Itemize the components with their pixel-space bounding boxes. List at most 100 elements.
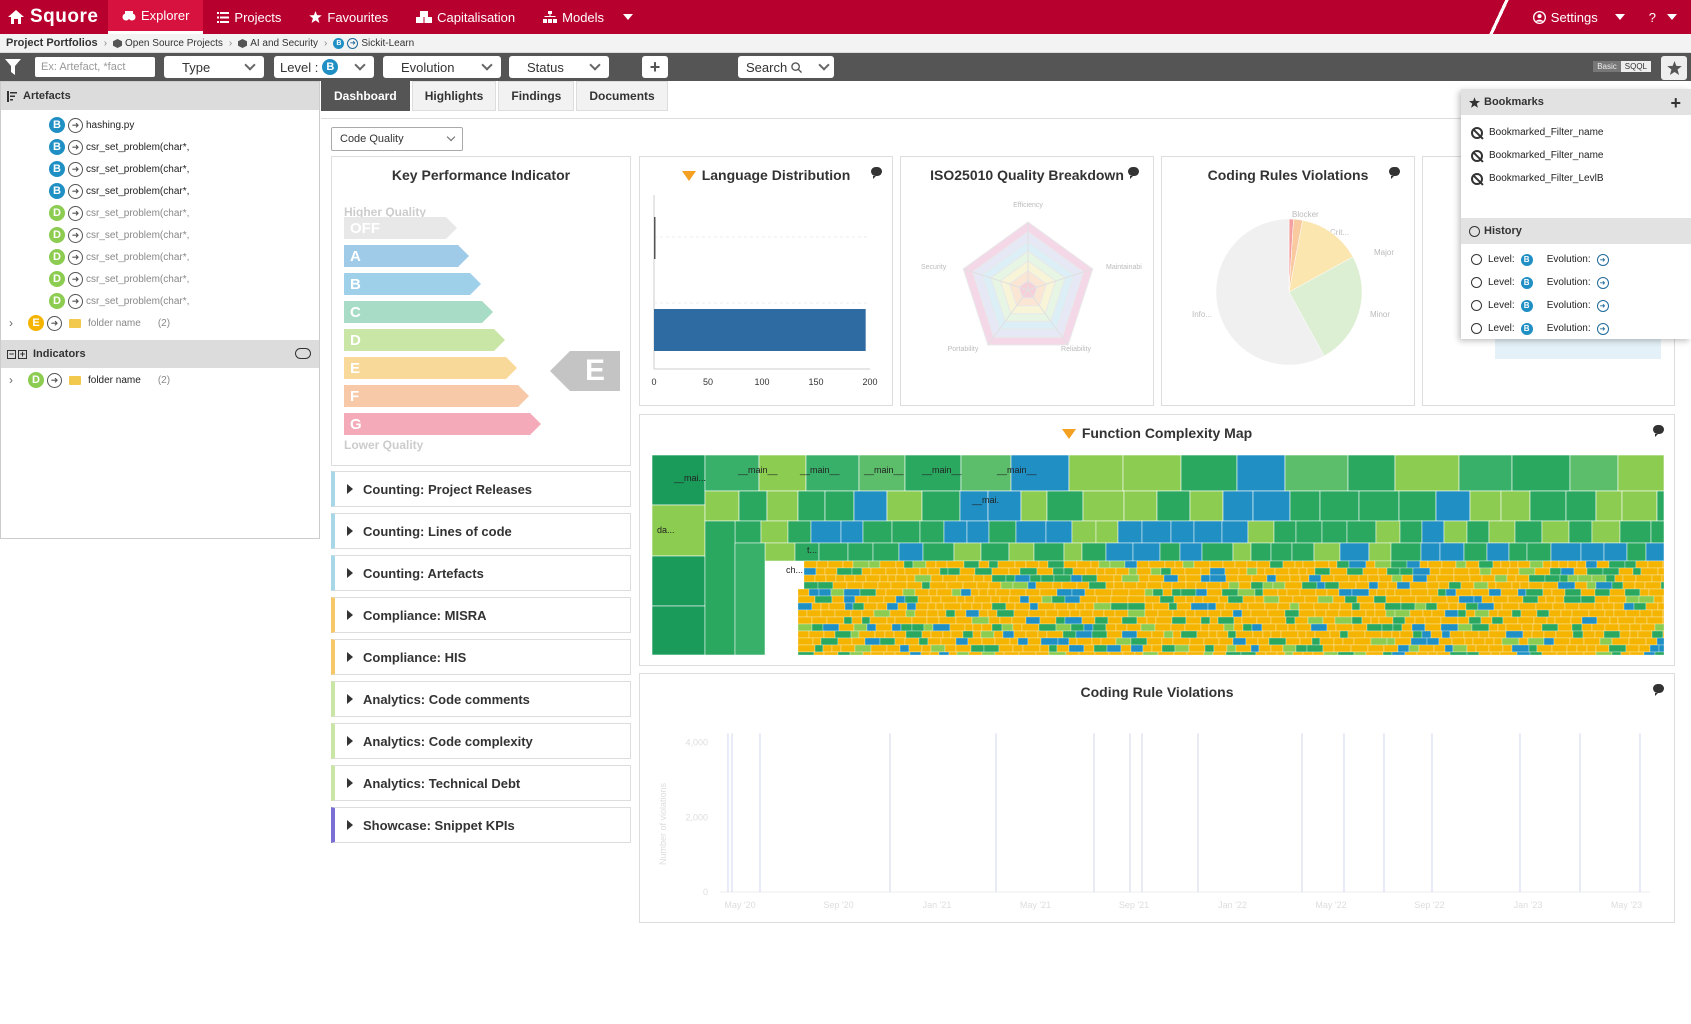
dashboard-select[interactable]: Code Quality <box>331 127 463 151</box>
breadcrumb-item-1[interactable]: Open Source Projects <box>113 38 223 49</box>
treemap-cell <box>814 574 827 583</box>
level-badge: B <box>1520 299 1533 312</box>
basic-mode[interactable]: Basic <box>1593 61 1621 72</box>
treemap-cell <box>1492 560 1502 569</box>
tree-row[interactable]: B ➜ csr_set_problem(char*, <box>1 136 319 158</box>
chevron-down-icon <box>818 59 830 71</box>
treemap-cell <box>972 623 983 632</box>
treemap-cell <box>1272 581 1286 590</box>
treemap-cell <box>1190 602 1209 611</box>
help-button[interactable]: ? <box>1637 10 1691 25</box>
breadcrumb-item-2[interactable]: AI and Security <box>238 38 318 49</box>
tree-row[interactable]: D ➜ csr_set_problem(char*, <box>1 246 319 268</box>
treemap-cell <box>935 602 945 611</box>
level-select[interactable]: Level : B <box>274 56 374 78</box>
history-item[interactable]: Level: B Evolution: ➜ <box>1461 248 1691 271</box>
treemap-cell <box>1022 644 1041 653</box>
treemap-cell <box>1160 567 1172 576</box>
settings-button[interactable]: Settings <box>1521 10 1637 25</box>
tree-row-folder[interactable]: › E ➜ folder name (2) <box>1 312 319 334</box>
collapsible-section[interactable]: Counting: Lines of code <box>331 513 631 549</box>
query-mode-toggle[interactable]: Basic SQQL <box>1593 61 1651 72</box>
treemap-cell <box>1146 581 1163 590</box>
add-bookmark-button[interactable]: + <box>1670 93 1681 114</box>
treemap-cell <box>895 574 908 583</box>
caret-right-icon <box>347 778 353 788</box>
tab-documents[interactable]: Documents <box>576 81 668 111</box>
tab-findings[interactable]: Findings <box>498 81 575 111</box>
filter-icon[interactable] <box>5 59 21 75</box>
nav-explorer[interactable]: Explorer <box>108 0 204 34</box>
treemap-cell <box>864 637 881 646</box>
history-item[interactable]: Level: B Evolution: ➜ <box>1461 294 1691 317</box>
tree-row[interactable]: B ➜ csr_set_problem(char*, <box>1 158 319 180</box>
nav-projects[interactable]: Projects <box>203 0 295 34</box>
treemap-cell <box>1092 609 1105 618</box>
tree-label: csr_set_problem(char*, <box>86 273 190 285</box>
collapsible-section[interactable]: Counting: Artefacts <box>331 555 631 591</box>
bookmark-star-button[interactable] <box>1661 56 1687 80</box>
toggle-icon[interactable] <box>295 348 311 359</box>
treemap-cell <box>1626 542 1647 562</box>
tree-row[interactable]: D ➜ csr_set_problem(char*, <box>1 202 319 224</box>
collapse-icon[interactable]: − <box>7 349 16 359</box>
collapsible-section[interactable]: Counting: Project Releases <box>331 471 631 507</box>
collapsible-section[interactable]: Analytics: Code complexity <box>331 723 631 759</box>
tree-row[interactable]: B ➜ csr_set_problem(char*, <box>1 180 319 202</box>
comment-icon[interactable] <box>1653 425 1664 437</box>
tab-highlights[interactable]: Highlights <box>411 81 497 111</box>
breadcrumb-root[interactable]: Project Portfolios <box>6 37 98 49</box>
treemap-cell <box>1268 637 1287 646</box>
treemap-cell <box>904 595 919 604</box>
treemap-cell <box>1448 602 1459 611</box>
type-select[interactable]: Type <box>164 56 264 78</box>
tree-row[interactable]: D ➜ csr_set_problem(char*, <box>1 268 319 290</box>
tree-row-folder[interactable]: › D ➜ folder name (2) <box>1 369 170 391</box>
iso-radar-chart: Efficiency Maintainabi Reliability Portabil… <box>921 202 1142 353</box>
treemap-cell <box>1225 651 1242 655</box>
history-item[interactable]: Level: B Evolution: ➜ <box>1461 317 1691 340</box>
treemap-cell <box>1382 651 1393 655</box>
nav-favourites[interactable]: Favourites <box>295 0 402 34</box>
bookmark-item[interactable]: Bookmarked_Filter_name <box>1461 144 1691 167</box>
x-tick-label: May '20 <box>724 900 755 910</box>
artefact-filter-input[interactable]: Ex: Artefact, *fact <box>35 57 155 77</box>
history-item[interactable]: Level: B Evolution: ➜ <box>1461 271 1691 294</box>
nav-models[interactable]: Models <box>529 0 647 34</box>
sort-icon[interactable] <box>7 90 17 102</box>
tree-row[interactable]: D ➜ csr_set_problem(char*, <box>1 224 319 246</box>
top-right-controls: Settings ? <box>1488 0 1691 34</box>
collapsible-section[interactable]: Analytics: Code comments <box>331 681 631 717</box>
sqql-mode[interactable]: SQQL <box>1620 61 1651 72</box>
search-select[interactable]: Search <box>738 56 834 78</box>
tree-label: folder name <box>88 317 141 329</box>
chevron-right-icon[interactable]: › <box>9 373 25 387</box>
collapsible-section[interactable]: Compliance: MISRA <box>331 597 631 633</box>
treemap-cell <box>1138 574 1150 583</box>
bookmark-item[interactable]: Bookmarked_Filter_LevlB <box>1461 167 1691 190</box>
evolution-select[interactable]: Evolution <box>383 56 501 78</box>
expand-icon[interactable]: + <box>18 349 27 359</box>
radar-axis-label: Portability <box>948 346 979 353</box>
breadcrumb-item-3[interactable]: B ➜ Sickit-Learn <box>333 37 414 49</box>
collapsible-section[interactable]: Showcase: Snippet KPIs <box>331 807 631 843</box>
collapsible-section[interactable]: Analytics: Technical Debt <box>331 765 631 801</box>
cubes-icon <box>416 11 433 23</box>
collapsible-section[interactable]: Compliance: HIS <box>331 639 631 675</box>
nav-capitalisation[interactable]: Capitalisation <box>402 0 529 34</box>
add-filter-button[interactable]: + <box>642 56 668 78</box>
bookmark-item[interactable]: Bookmarked_Filter_name <box>1461 121 1691 144</box>
tree-row[interactable]: B ➜ hashing.py <box>1 114 319 136</box>
tab-dashboard[interactable]: Dashboard <box>321 81 410 111</box>
treemap-cell <box>1208 630 1218 639</box>
treemap-cell <box>1567 560 1578 569</box>
app-logo[interactable]: Squore <box>0 6 108 28</box>
status-select[interactable]: Status <box>509 56 609 78</box>
tree-row[interactable]: D ➜ csr_set_problem(char*, <box>1 290 319 312</box>
chevron-right-icon[interactable]: › <box>9 316 25 330</box>
treemap-cell <box>1643 651 1656 655</box>
treemap-cell <box>1497 623 1507 632</box>
treemap-cell <box>926 609 939 618</box>
treemap-label: __main__ <box>863 465 905 475</box>
treemap-cell <box>1351 609 1367 618</box>
